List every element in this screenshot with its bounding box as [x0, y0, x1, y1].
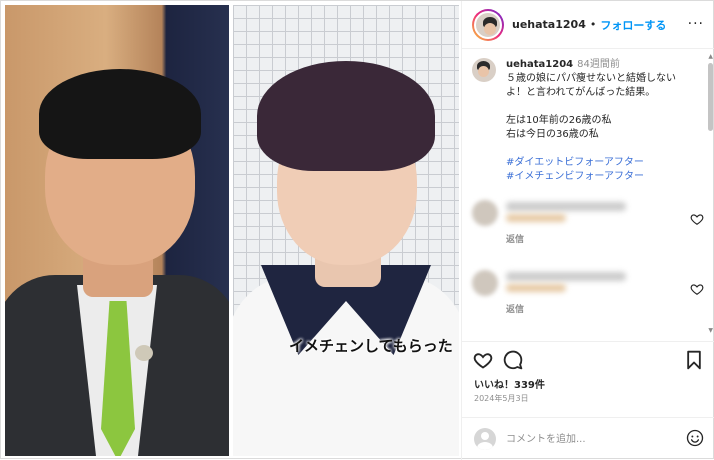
blurred-comment-text: [506, 272, 626, 281]
post-date: 2024年5月3日: [474, 394, 529, 403]
action-bar: [462, 341, 714, 375]
current-user-avatar: [474, 428, 496, 450]
caption-author-avatar[interactable]: [472, 58, 496, 82]
blurred-comment-text: [506, 202, 626, 211]
media-caption: イメチェンしてもらった: [289, 337, 453, 355]
author-avatar[interactable]: [472, 8, 504, 41]
post-caption: uehata1204 84週間前 ５歳の娘にパパ痩せないと結婚しない よ！と言われ…: [472, 58, 704, 184]
comment-item: 返信: [472, 200, 704, 250]
heart-icon[interactable]: [690, 212, 704, 226]
commenter-avatar[interactable]: [472, 200, 498, 226]
caption-line: 右は今日の36歳の私: [506, 129, 599, 140]
caption-line: ５歳の娘にパパ痩せないと結婚しない: [506, 73, 676, 84]
white-shirt: [233, 275, 459, 456]
commenter-avatar[interactable]: [472, 270, 498, 296]
hashtag-link[interactable]: #ダイエットビフォーアフター: [506, 156, 704, 170]
scrollbar-thumb[interactable]: [708, 63, 713, 131]
lapel-badge: [135, 345, 153, 361]
post-media[interactable]: イメチェンしてもらった: [5, 5, 459, 456]
smiley-icon[interactable]: [686, 429, 704, 447]
caption-time: 84週間前: [577, 59, 620, 70]
reply-button[interactable]: 返信: [506, 302, 524, 315]
caption-line: 左は10年前の26歳の私: [506, 115, 612, 126]
add-comment-bar: [462, 417, 714, 460]
post-side-panel: uehata1204 • フォローする ··· uehata1204 84週間前 …: [461, 1, 714, 460]
comment-bubble-icon[interactable]: [503, 350, 523, 370]
more-dots-icon[interactable]: ···: [688, 16, 704, 32]
caption-line: よ！と言われてがんばった結果。: [506, 87, 656, 98]
post-header: uehata1204 • フォローする ···: [462, 1, 714, 49]
heart-icon[interactable]: [473, 350, 493, 370]
scroll-down-arrow-icon[interactable]: ▼: [708, 327, 713, 334]
instagram-post-window: イメチェンしてもらった uehata1204 • フォローする ··· ueha…: [0, 0, 714, 460]
hair: [257, 61, 435, 171]
before-photo: [5, 5, 229, 456]
comment-item: 返信: [472, 270, 704, 320]
caption-username[interactable]: uehata1204: [506, 59, 573, 70]
bookmark-icon[interactable]: [684, 350, 704, 370]
separator-dot: •: [589, 18, 597, 31]
after-photo: イメチェンしてもらった: [233, 5, 459, 456]
blurred-comment-text: [506, 284, 566, 292]
comments-scroll-area[interactable]: uehata1204 84週間前 ５歳の娘にパパ痩せないと結婚しない よ！と言われ…: [462, 50, 714, 340]
heart-icon[interactable]: [690, 282, 704, 296]
blurred-comment-text: [506, 214, 566, 222]
hair: [39, 69, 201, 159]
avatar-image: [474, 10, 502, 39]
comment-input[interactable]: [506, 430, 666, 448]
author-username[interactable]: uehata1204: [512, 18, 586, 31]
like-count[interactable]: いいね！339件: [474, 376, 545, 391]
follow-button[interactable]: フォローする: [600, 17, 666, 33]
scroll-up-arrow-icon[interactable]: ▲: [708, 53, 713, 60]
reply-button[interactable]: 返信: [506, 232, 524, 245]
hashtag-link[interactable]: #イメチェンビフォーアフター: [506, 170, 704, 184]
